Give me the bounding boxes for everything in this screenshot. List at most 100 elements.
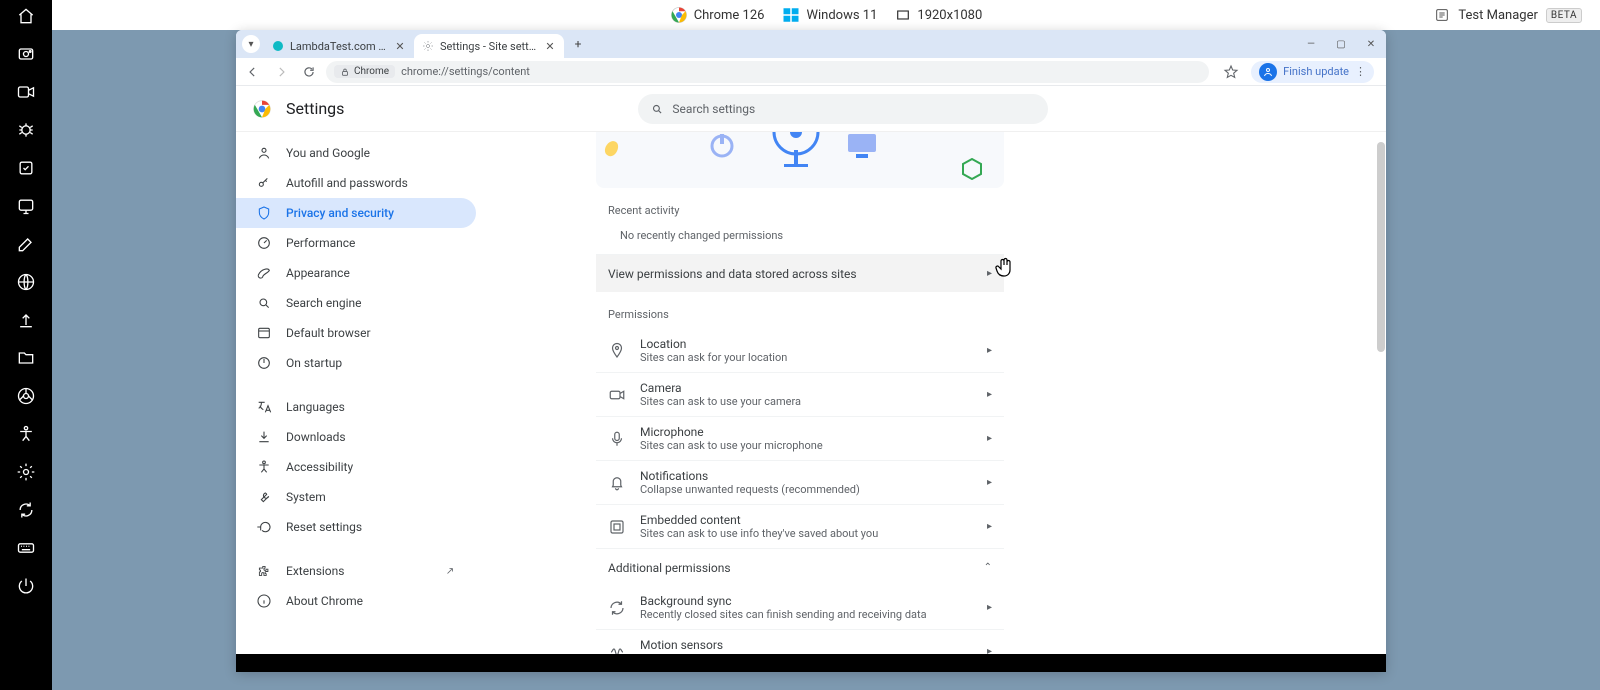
nav-search[interactable]: Search engine: [236, 288, 476, 318]
os-label: Windows 11: [806, 8, 877, 23]
nav-label: Search engine: [286, 296, 361, 310]
tab-search-button[interactable]: ▾: [242, 35, 260, 53]
permission-microphone[interactable]: MicrophoneSites can ask to use your micr…: [596, 416, 1004, 460]
nav-extensions[interactable]: Extensions: [236, 556, 476, 586]
url-text: chrome://settings/content: [401, 65, 530, 78]
settings-favicon-icon: [422, 40, 434, 52]
power-tool-icon[interactable]: [16, 576, 36, 596]
nav-startup[interactable]: On startup: [236, 348, 476, 378]
tab-close-button[interactable]: ✕: [394, 40, 406, 52]
nav-privacy[interactable]: Privacy and security: [236, 198, 476, 228]
tab-strip: ▾ LambdaTest.com - Get Started ✕ Setting…: [236, 30, 1386, 58]
nav-label: Performance: [286, 236, 355, 250]
window-minimize-button[interactable]: —: [1296, 30, 1326, 58]
shield-icon: [256, 205, 272, 221]
permission-notifications[interactable]: NotificationsCollapse unwanted requests …: [596, 460, 1004, 504]
nav-default[interactable]: Default browser: [236, 318, 476, 348]
nav-label: Accessibility: [286, 460, 353, 474]
window-maximize-button[interactable]: ▢: [1326, 30, 1356, 58]
lambdatest-favicon-icon: [272, 40, 284, 52]
home-icon[interactable]: [16, 6, 36, 26]
perm-label: Notifications: [640, 469, 973, 483]
chrome-logo-icon: [252, 99, 272, 119]
nav-reset[interactable]: Reset settings: [236, 512, 476, 542]
lt-left-toolbar: [0, 0, 52, 690]
chevron-right-icon: ▸: [987, 477, 992, 488]
bookmark-button[interactable]: [1221, 62, 1241, 82]
folder-icon[interactable]: [16, 348, 36, 368]
settings-nav: You and GoogleAutofill and passwordsPriv…: [236, 132, 476, 654]
scrollbar-thumb[interactable]: [1377, 142, 1385, 352]
nav-about[interactable]: About Chrome: [236, 586, 476, 616]
paint-icon: [256, 265, 272, 281]
additional-permissions-toggle[interactable]: Additional permissions ⌃: [596, 548, 1004, 586]
permission-location[interactable]: LocationSites can ask for your location▸: [596, 329, 1004, 372]
new-tab-button[interactable]: +: [568, 34, 588, 54]
box-icon[interactable]: [16, 158, 36, 178]
key-icon: [256, 175, 272, 191]
perm-sub: Sites can ask to use info they've saved …: [640, 527, 973, 540]
permission-bgsync[interactable]: Background syncRecently closed sites can…: [596, 586, 1004, 629]
screen-icon[interactable]: [16, 196, 36, 216]
video-icon[interactable]: [16, 82, 36, 102]
recent-activity-heading: Recent activity: [596, 188, 1004, 225]
keyboard-icon[interactable]: [16, 538, 36, 558]
profile-finish-update[interactable]: Finish update ⋮: [1251, 61, 1374, 83]
test-manager-label[interactable]: Test Manager: [1458, 8, 1537, 23]
a11y-tool-icon[interactable]: [16, 424, 36, 444]
banner-camera-icon: [766, 132, 826, 172]
window-close-button[interactable]: ✕: [1356, 30, 1386, 58]
power-icon: [256, 355, 272, 371]
globe-icon[interactable]: [16, 272, 36, 292]
nav-appearance[interactable]: Appearance: [236, 258, 476, 288]
nav-languages[interactable]: Languages: [236, 392, 476, 422]
nav-label: Reset settings: [286, 520, 362, 534]
bug-icon[interactable]: [16, 120, 36, 140]
permission-motion[interactable]: Motion sensorsSites can use motion senso…: [596, 629, 1004, 654]
upload-icon[interactable]: [16, 310, 36, 330]
tab-settings[interactable]: Settings - Site settings ✕: [414, 34, 564, 58]
chrome-tool-icon[interactable]: [16, 386, 36, 406]
nav-autofill[interactable]: Autofill and passwords: [236, 168, 476, 198]
chevron-right-icon: ▸: [987, 433, 992, 444]
session-topbar: Chrome 126 Windows 11 1920x1080 Test Man…: [52, 0, 1600, 30]
search-icon: [256, 295, 272, 311]
reload-button[interactable]: [298, 61, 320, 83]
view-all-sites-row[interactable]: View permissions and data stored across …: [596, 254, 1004, 292]
address-bar: Chrome chrome://settings/content Finish …: [236, 58, 1386, 86]
tab-lambdatest[interactable]: LambdaTest.com - Get Started ✕: [264, 34, 414, 58]
tab-close-button[interactable]: ✕: [544, 40, 556, 52]
forward-button[interactable]: [270, 61, 292, 83]
permission-embedded[interactable]: Embedded contentSites can ask to use inf…: [596, 504, 1004, 548]
nav-performance[interactable]: Performance: [236, 228, 476, 258]
edit-icon[interactable]: [16, 234, 36, 254]
permission-camera[interactable]: CameraSites can ask to use your camera▸: [596, 372, 1004, 416]
camera-icon[interactable]: [16, 44, 36, 64]
perm-sub: Sites can ask to use your camera: [640, 395, 973, 408]
puzzle-icon: [256, 563, 272, 579]
perm-label: Camera: [640, 381, 973, 395]
gear-icon[interactable]: [16, 462, 36, 482]
omnibox[interactable]: Chrome chrome://settings/content: [326, 61, 1209, 83]
reset-icon: [256, 519, 272, 535]
nav-label: Extensions: [286, 564, 344, 578]
nav-you[interactable]: You and Google: [236, 138, 476, 168]
site-info-chip[interactable]: Chrome: [334, 65, 395, 78]
settings-app: Settings Search settings You and GoogleA…: [236, 86, 1386, 654]
nav-label: About Chrome: [286, 594, 363, 608]
settings-content-scroll[interactable]: Recent activity No recently changed perm…: [476, 132, 1386, 654]
nav-accessibility[interactable]: Accessibility: [236, 452, 476, 482]
refresh-tool-icon[interactable]: [16, 500, 36, 520]
settings-search[interactable]: Search settings: [638, 94, 1048, 124]
banner-power-icon: [702, 132, 742, 166]
a11y-icon: [256, 459, 272, 475]
browser-menu-button[interactable]: ⋮: [1355, 65, 1366, 78]
nav-downloads[interactable]: Downloads: [236, 422, 476, 452]
scrollbar-track[interactable]: [1376, 132, 1386, 654]
tab-title: LambdaTest.com - Get Started: [290, 40, 388, 53]
nav-system[interactable]: System: [236, 482, 476, 512]
settings-header: Settings Search settings: [236, 86, 1386, 132]
perm-label: Microphone: [640, 425, 973, 439]
windows-icon: [782, 6, 800, 24]
back-button[interactable]: [242, 61, 264, 83]
